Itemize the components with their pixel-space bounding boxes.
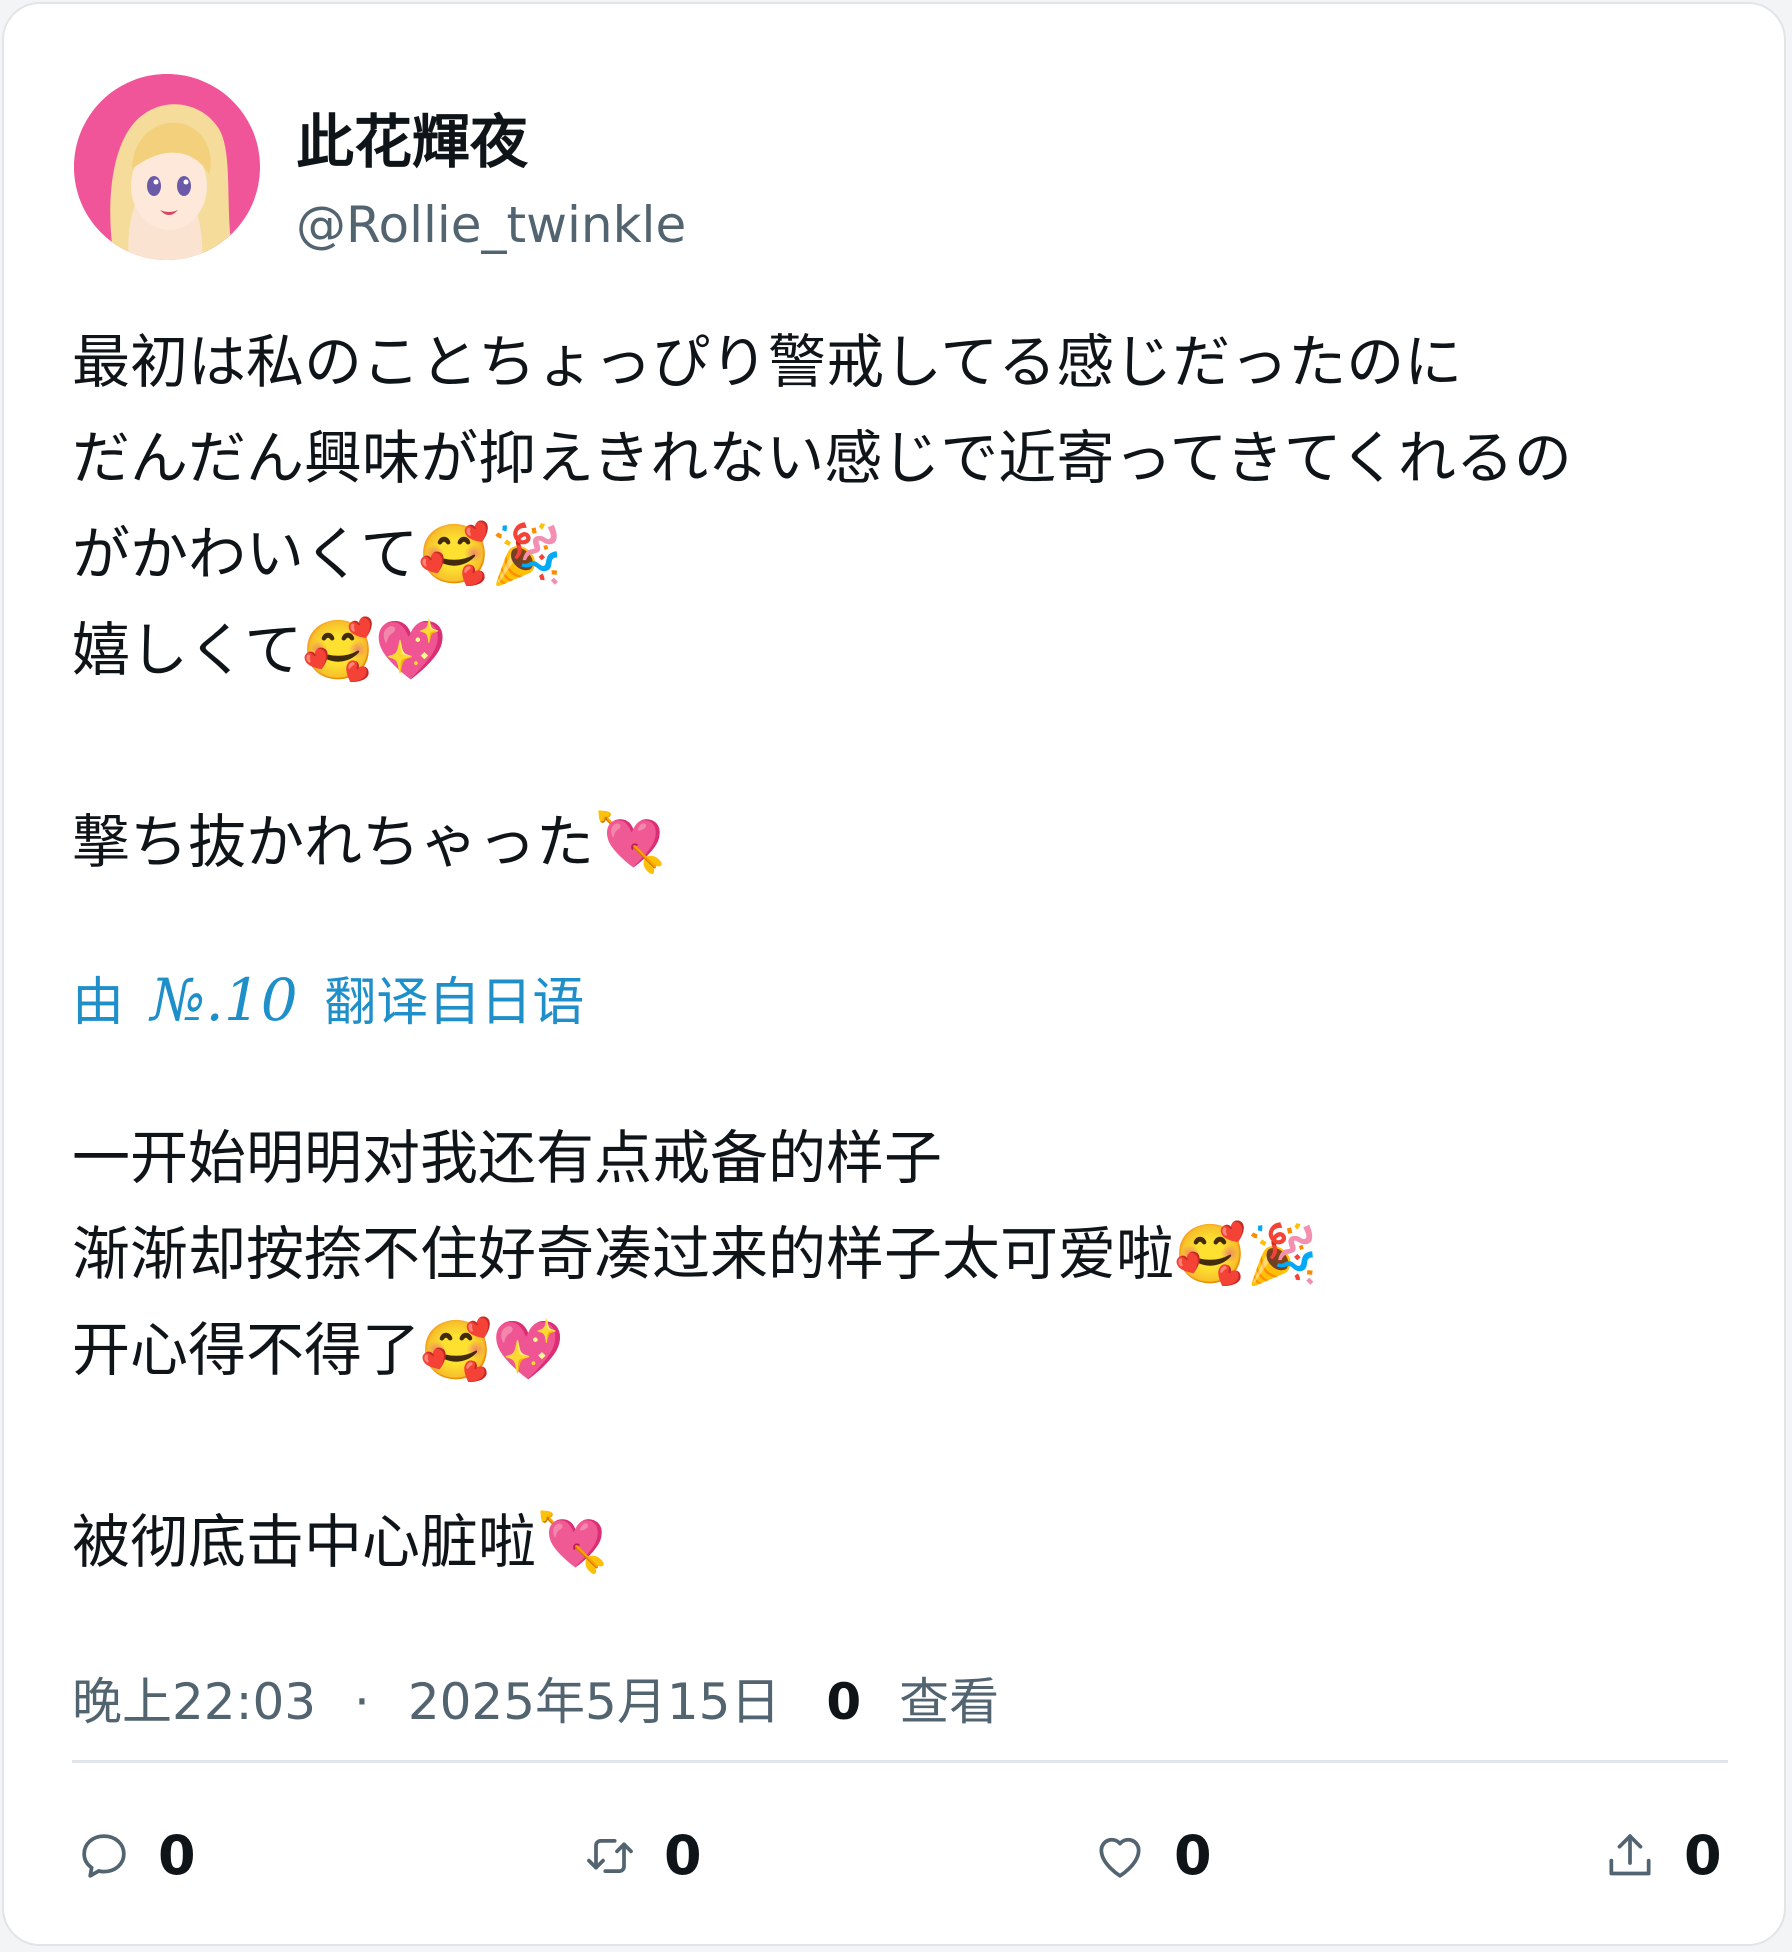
- translation-attribution[interactable]: 由 №.10 翻译自日语: [72, 952, 1732, 1048]
- like-count: 0: [1174, 1824, 1212, 1887]
- views-count: 0: [826, 1673, 862, 1731]
- share-button[interactable]: 0: [1602, 1816, 1722, 1896]
- tweet-line: 嬉しくて🥰💖: [72, 616, 447, 684]
- tweet-line: [72, 698, 1732, 794]
- like-button[interactable]: 0: [1092, 1816, 1212, 1896]
- translated-line: 渐渐却按捺不住好奇凑过来的样子太可爱啦🥰🎉: [72, 1220, 1319, 1288]
- tweet-line: 撃ち抜かれちゃった💘: [72, 808, 667, 876]
- share-icon: [1609, 1834, 1651, 1876]
- translation-brand-logo: №.10: [150, 966, 298, 1034]
- avatar[interactable]: [74, 74, 260, 260]
- views-label: 查看: [899, 1673, 1000, 1731]
- retweet-count: 0: [664, 1824, 702, 1887]
- meta-separator: ·: [354, 1673, 370, 1731]
- tweet-card: 此花輝夜 @Rollie_twinkle 最初は私のことちょっぴり警戒してる感じ…: [2, 2, 1786, 1946]
- translation-prefix: 由: [72, 973, 125, 1033]
- handle[interactable]: @Rollie_twinkle: [296, 194, 686, 256]
- translated-line: 开心得不得了🥰💖: [72, 1316, 565, 1384]
- tweet-body: 最初は私のことちょっぴり警戒してる感じだったのに だんだん興味が抑えきれない感じ…: [72, 314, 1732, 1590]
- reply-count: 0: [158, 1824, 196, 1887]
- tweet-date[interactable]: 2025年5月15日: [408, 1673, 781, 1731]
- translated-line: 一开始明明对我还有点戒备的样子: [72, 1124, 943, 1192]
- tweet-line: だんだん興味が抑えきれない感じで近寄ってきてくれるの: [72, 424, 1572, 492]
- original-text: 最初は私のことちょっぴり警戒してる感じだったのに だんだん興味が抑えきれない感じ…: [72, 314, 1732, 890]
- tweet-line: がかわいくて🥰🎉: [72, 520, 563, 588]
- translated-line: 被彻底击中心脏啦💘: [72, 1508, 609, 1576]
- share-count: 0: [1684, 1824, 1722, 1887]
- tweet-meta: 晚上22:03 · 2025年5月15日 0 查看: [72, 1670, 999, 1734]
- anime-girl-avatar-icon: [74, 74, 260, 260]
- translation-suffix: 翻译自日语: [324, 973, 585, 1033]
- retweet-icon: [587, 1838, 633, 1874]
- heart-icon: [1099, 1837, 1141, 1878]
- reply-button[interactable]: 0: [76, 1816, 196, 1896]
- reply-icon: [82, 1834, 126, 1878]
- tweet-time[interactable]: 晚上22:03: [72, 1673, 316, 1731]
- translated-line: [72, 1398, 1732, 1494]
- retweet-button[interactable]: 0: [582, 1816, 702, 1896]
- display-name[interactable]: 此花輝夜: [296, 106, 528, 178]
- translated-text: 一开始明明对我还有点戒备的样子 渐渐却按捺不住好奇凑过来的样子太可爱啦🥰🎉 开心…: [72, 1110, 1732, 1590]
- tweet-line: 最初は私のことちょっぴり警戒してる感じだったのに: [72, 328, 1463, 396]
- divider: [72, 1760, 1728, 1763]
